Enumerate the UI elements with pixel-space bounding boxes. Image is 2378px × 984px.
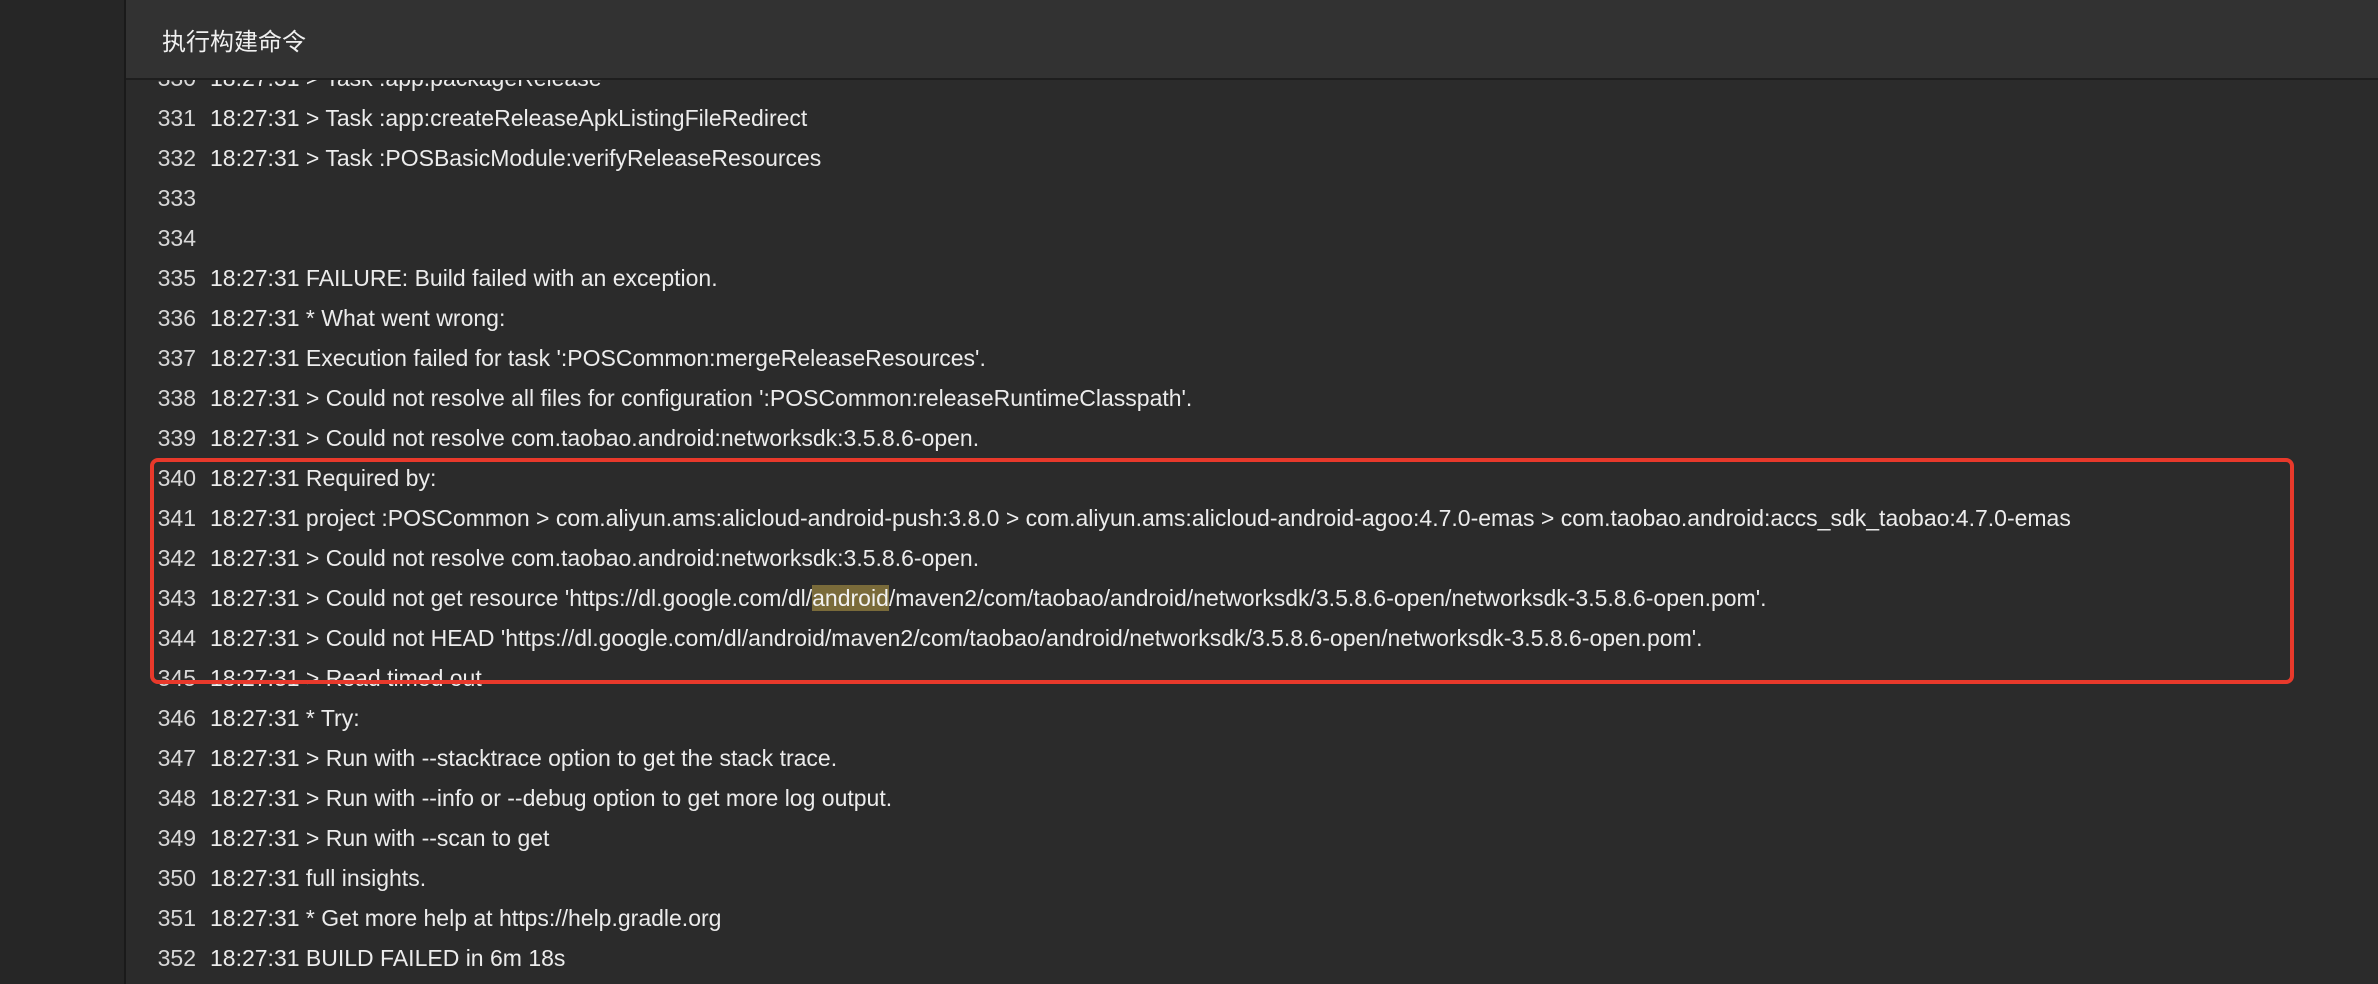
line-text: 18:27:31 > Run with --stacktrace option …: [210, 745, 838, 771]
line-number: 340: [157, 465, 196, 491]
line-number: 349: [157, 825, 196, 851]
line-text: 18:27:31 > Could not HEAD 'https://dl.go…: [210, 625, 1703, 651]
line-number: 331: [157, 105, 196, 131]
line-number: 352: [157, 945, 196, 971]
log-line: 343 18:27:31 > Could not get resource 'h…: [126, 578, 2378, 618]
line-text: 18:27:31 > Could not resolve all files f…: [210, 385, 1193, 411]
log-line: 351 18:27:31 * Get more help at https://h…: [126, 898, 2378, 938]
log-line: 339 18:27:31 > Could not resolve com.tao…: [126, 418, 2378, 458]
line-text: 18:27:31 full insights.: [210, 865, 427, 891]
line-text: 18:27:31 BUILD FAILED in 6m 18s: [210, 945, 566, 971]
log-line: 347 18:27:31 > Run with --stacktrace opt…: [126, 738, 2378, 778]
line-text: 18:27:31 Required by:: [210, 465, 437, 491]
line-number: 333: [157, 185, 196, 211]
line-text: 18:27:31 * What went wrong:: [210, 305, 506, 331]
log-line: 352 18:27:31 BUILD FAILED in 6m 18s: [126, 938, 2378, 978]
log-line: 349 18:27:31 > Run with --scan to get: [126, 818, 2378, 858]
line-number: 351: [157, 905, 196, 931]
log-line: 341 18:27:31 project :POSCommon > com.ali…: [126, 498, 2378, 538]
line-number: 339: [157, 425, 196, 451]
line-text: 18:27:31 > Read timed out: [210, 665, 482, 691]
line-number: 338: [157, 385, 196, 411]
line-text: 18:27:31 Execution failed for task ':POS…: [210, 345, 986, 371]
line-number: 350: [157, 865, 196, 891]
line-text-post: /maven2/com/taobao/android/networksdk/3.…: [888, 585, 1767, 611]
log-line: 332 18:27:31 > Task :POSBasicModule:veri…: [126, 138, 2378, 178]
line-number: 347: [157, 745, 196, 771]
line-text: 18:27:31 > Task :app:createReleaseApkLis…: [210, 105, 808, 131]
log-line: 344 18:27:31 > Could not HEAD 'https://d…: [126, 618, 2378, 658]
panel-title: 执行构建命令: [162, 27, 306, 56]
line-number: 345: [157, 665, 196, 691]
line-number: 330: [126, 80, 210, 98]
log-line: 33018:27:31 > Task :app:packageRelease: [126, 80, 2378, 98]
line-text: 18:27:31 > Task :POSBasicModule:verifyRe…: [210, 145, 822, 171]
log-line: 333: [126, 178, 2378, 218]
line-number: 336: [157, 305, 196, 331]
line-text: 18:27:31 > Could not get resource 'https…: [210, 578, 1767, 618]
line-number: 346: [157, 705, 196, 731]
line-number: 344: [157, 625, 196, 651]
log-line: 335 18:27:31 FAILURE: Build failed with …: [126, 258, 2378, 298]
log-line: 350 18:27:31 full insights.: [126, 858, 2378, 898]
log-line: 334: [126, 218, 2378, 258]
log-line: 338 18:27:31 > Could not resolve all fil…: [126, 378, 2378, 418]
line-number: 334: [157, 225, 196, 251]
log-line: 337 18:27:31 Execution failed for task '…: [126, 338, 2378, 378]
log-line: 336 18:27:31 * What went wrong:: [126, 298, 2378, 338]
build-log-viewer[interactable]: 33018:27:31 > Task :app:packageRelease 3…: [126, 80, 2378, 984]
line-text: 18:27:31 > Run with --scan to get: [210, 825, 550, 851]
line-text: 18:27:31 * Get more help at https://help…: [210, 905, 722, 931]
log-line: 340 18:27:31 Required by:: [126, 458, 2378, 498]
log-line: 348 18:27:31 > Run with --info or --debu…: [126, 778, 2378, 818]
line-text: 18:27:31 project :POSCommon > com.aliyun…: [210, 505, 2071, 531]
search-highlight: android: [812, 585, 889, 611]
line-text-pre: 18:27:31 > Could not get resource 'https…: [210, 585, 813, 611]
line-number: 341: [157, 505, 196, 531]
line-number: 343: [157, 585, 196, 611]
line-text: 18:27:31 * Try:: [210, 705, 360, 731]
log-line: 346 18:27:31 * Try:: [126, 698, 2378, 738]
log-line: 345 18:27:31 > Read timed out: [126, 658, 2378, 698]
line-text: 18:27:31 > Could not resolve com.taobao.…: [210, 425, 980, 451]
line-number: 337: [157, 345, 196, 371]
panel-header: 执行构建命令: [126, 0, 2378, 80]
line-number: 348: [157, 785, 196, 811]
line-number: 332: [157, 145, 196, 171]
line-text: 18:27:31 > Could not resolve com.taobao.…: [210, 545, 980, 571]
log-line: 331 18:27:31 > Task :app:createReleaseApk…: [126, 98, 2378, 138]
left-sidebar: [0, 0, 126, 984]
log-lines: 33018:27:31 > Task :app:packageRelease 3…: [126, 80, 2378, 978]
line-text: 18:27:31 > Run with --info or --debug op…: [210, 785, 893, 811]
line-text: 18:27:31 FAILURE: Build failed with an e…: [210, 265, 718, 291]
line-number: 335: [157, 265, 196, 291]
line-text: 18:27:31 > Task :app:packageRelease: [210, 80, 602, 98]
line-number: 342: [157, 545, 196, 571]
log-line: 342 18:27:31 > Could not resolve com.tao…: [126, 538, 2378, 578]
